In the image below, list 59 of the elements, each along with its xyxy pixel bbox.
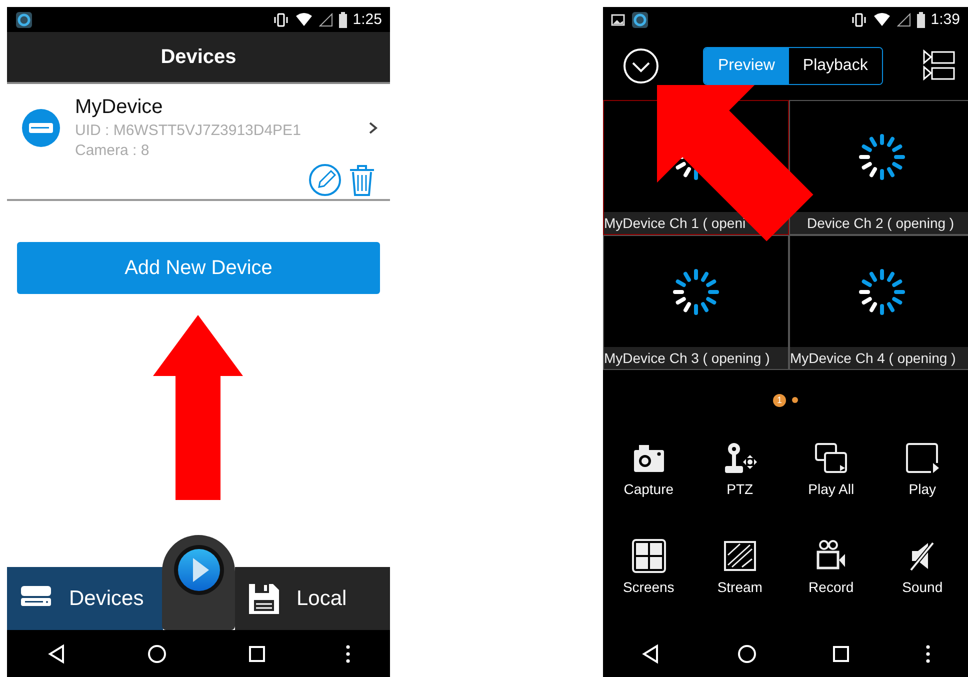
recents-icon[interactable] (832, 644, 850, 662)
status-time: 1:39 (930, 11, 960, 28)
loading-spinner-icon (857, 266, 907, 316)
play-tab[interactable] (162, 535, 235, 630)
action-button[interactable]: Record (786, 538, 877, 596)
action-button[interactable]: Sound (876, 538, 968, 596)
video-tile[interactable]: MyDevice Ch 4 ( opening ) (789, 235, 968, 370)
channel-label: Device Ch 2 ( opening ) (790, 212, 968, 234)
page-dot[interactable] (792, 397, 798, 403)
action-button[interactable]: Screens (603, 538, 694, 596)
wifi-icon (294, 12, 313, 26)
grid-icon (630, 539, 667, 573)
layout-list-icon[interactable] (922, 49, 956, 83)
chevron-right-icon (368, 120, 378, 134)
bottom-tab[interactable]: Local (234, 567, 390, 630)
recents-icon[interactable] (248, 644, 266, 662)
home-icon[interactable] (736, 644, 757, 664)
window-play-icon (904, 441, 940, 475)
home-icon[interactable] (147, 644, 168, 664)
channel-label: MyDevice Ch 3 ( opening ) (604, 347, 788, 369)
signal-icon (896, 12, 911, 26)
channel-label: MyDevice Ch 4 ( opening ) (790, 347, 968, 369)
loading-spinner-icon (671, 266, 721, 316)
device-name: MyDevice (75, 96, 164, 119)
vibrate-icon (850, 12, 867, 26)
device-row[interactable]: MyDevice UID : M6WSTT5VJ7Z3913D4PE1 Camera : 8 (7, 84, 390, 159)
windows-play-icon (813, 441, 850, 475)
signal-icon (318, 12, 333, 26)
camera-count: Camera : 8 (75, 142, 150, 159)
action-button[interactable]: Play (876, 440, 968, 498)
app-icon (15, 10, 33, 28)
edit-icon[interactable] (308, 163, 342, 197)
battery-icon (916, 12, 925, 28)
mode-tab[interactable]: Preview (704, 48, 789, 84)
chevron-down-icon[interactable] (623, 48, 659, 84)
video-tile[interactable]: Device Ch 2 ( opening ) (789, 100, 968, 235)
back-icon[interactable] (640, 644, 661, 664)
action-button[interactable]: Play All (786, 440, 877, 498)
action-button[interactable]: PTZ (694, 440, 786, 498)
screen-title: Devices (160, 44, 238, 70)
play-icon[interactable] (172, 544, 224, 596)
wifi-icon (872, 12, 891, 26)
hatched-square-icon (722, 539, 758, 573)
vibrate-icon (272, 12, 289, 26)
status-time: 1:25 (352, 11, 382, 28)
action-button[interactable]: Stream (694, 538, 786, 596)
more-icon[interactable] (346, 644, 350, 662)
add-device-button[interactable]: Add New Device (17, 242, 380, 294)
image-icon (611, 14, 625, 26)
video-tile[interactable]: MyDevice Ch 3 ( opening ) (603, 235, 789, 370)
app-icon (631, 10, 649, 28)
trash-icon[interactable] (348, 163, 376, 197)
loading-spinner-icon (857, 132, 907, 182)
action-button[interactable]: Capture (603, 440, 694, 498)
server-icon (21, 108, 61, 148)
device-uid: UID : M6WSTT5VJ7Z3913D4PE1 (75, 122, 302, 139)
more-icon[interactable] (926, 644, 930, 662)
battery-icon (338, 12, 347, 28)
bottom-tab[interactable]: Devices (7, 567, 162, 630)
